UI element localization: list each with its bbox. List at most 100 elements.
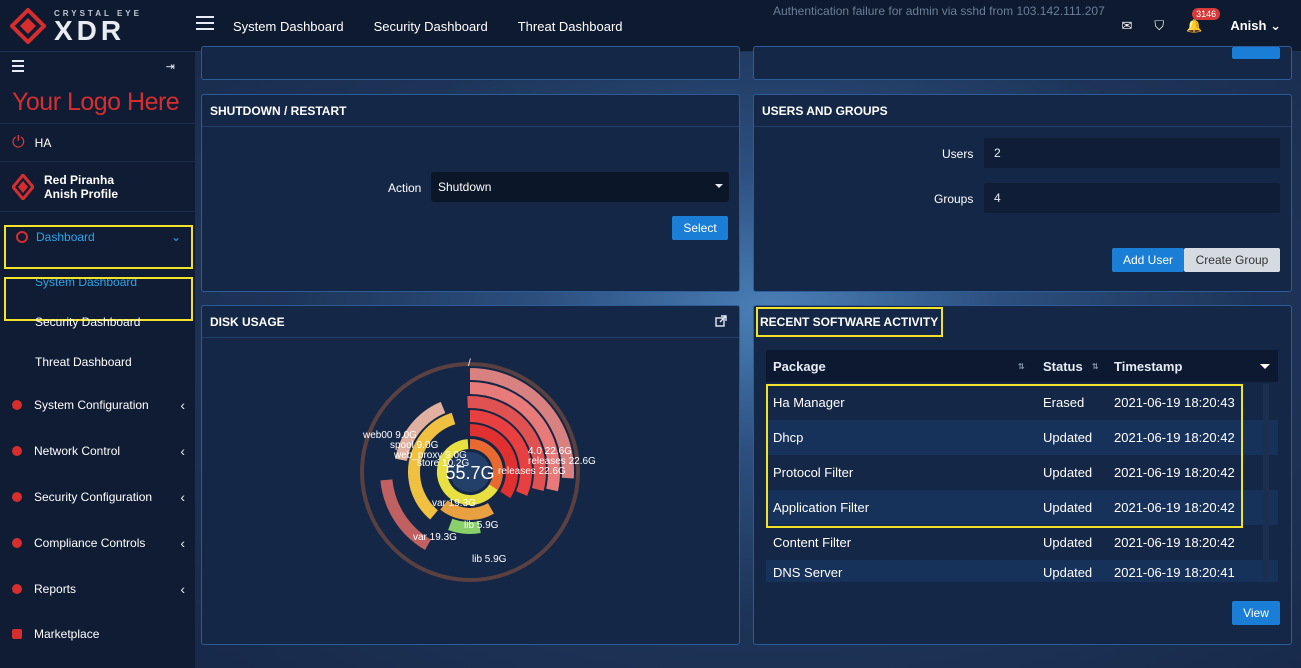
user-menu[interactable]: Anish ⌄ — [1230, 18, 1281, 34]
disk-root-label: / — [468, 358, 471, 369]
users-value-field: 2 — [984, 138, 1280, 168]
create-group-button[interactable]: Create Group — [1184, 248, 1280, 272]
disk-label: lib 5.9G — [464, 520, 499, 531]
panel-title: USERS AND GROUPS — [754, 95, 1291, 127]
disk-label: store 10.2G — [417, 458, 469, 469]
panel-title: RECENT SOFTWARE ACTIVITY — [754, 306, 1291, 338]
sidebar-item-reports[interactable]: Reports ‹ — [0, 566, 195, 612]
cell-timestamp: 2021-06-19 18:20:42 — [1114, 535, 1235, 550]
bell-icon[interactable]: 🔔 3146 — [1186, 8, 1221, 34]
add-user-button[interactable]: Add User — [1112, 248, 1184, 272]
select-button[interactable]: Select — [672, 216, 728, 240]
panel-top-right-partial — [753, 46, 1292, 80]
panel-title: DISK USAGE — [202, 306, 739, 338]
sidebar-item-security-dashboard[interactable]: Security Dashboard — [0, 302, 195, 342]
table-row[interactable]: Content Filter Updated 2021-06-19 18:20:… — [766, 525, 1278, 560]
chevron-down-icon: ⌄ — [1270, 18, 1281, 33]
profile-name: Red Piranha — [44, 172, 115, 187]
reports-icon — [12, 584, 22, 594]
cell-status: Updated — [1043, 535, 1093, 550]
topnav-security-dashboard[interactable]: Security Dashboard — [374, 19, 488, 34]
groups-label: Groups — [934, 192, 974, 206]
section-label: Security Configuration — [34, 490, 153, 504]
sidebar-item-marketplace[interactable]: Marketplace — [0, 612, 195, 656]
disk-label: lib 5.9G — [472, 554, 507, 565]
crystal-eye-logo-icon — [10, 8, 46, 44]
column-timestamp[interactable]: Timestamp — [1114, 359, 1182, 374]
cell-package: Content Filter — [773, 535, 852, 550]
brand-main: XDR — [54, 14, 126, 46]
action-select-value: Shutdown — [438, 180, 492, 194]
disk-label: var 19.3G — [432, 498, 476, 509]
disk-label: var 19.3G — [413, 532, 457, 543]
mail-icon[interactable]: ✉ — [1121, 18, 1132, 34]
threat-dashboard-label: Threat Dashboard — [35, 355, 132, 369]
sidebar-item-ha[interactable]: ⏻ HA — [0, 124, 195, 162]
groups-value-field: 4 — [984, 183, 1280, 213]
compliance-icon — [12, 538, 22, 548]
cloud-icon — [12, 492, 22, 502]
marketplace-icon — [12, 629, 22, 639]
sidebar-item-network-control[interactable]: Network Control ‹ — [0, 428, 195, 474]
action-label: Action — [388, 181, 422, 195]
cell-status: Updated — [1043, 565, 1093, 580]
security-dashboard-label: Security Dashboard — [35, 315, 141, 329]
top-bar: CRYSTAL EYE XDR System Dashboard Securit… — [0, 0, 1301, 52]
panel-title: SHUTDOWN / RESTART — [202, 95, 739, 127]
rows-highlight — [766, 384, 1243, 528]
action-select[interactable]: Shutdown — [431, 172, 729, 202]
chevron-left-icon: ‹ — [180, 397, 185, 413]
table-row[interactable]: DNS Server Updated 2021-06-19 18:20:41 — [766, 560, 1278, 582]
cell-package: DNS Server — [773, 565, 843, 580]
house-icon — [12, 400, 22, 410]
column-package[interactable]: Package — [773, 359, 826, 374]
partial-view-button[interactable] — [1232, 47, 1280, 59]
sidebar-item-security-configuration[interactable]: Security Configuration ‹ — [0, 474, 195, 520]
column-status[interactable]: Status — [1043, 359, 1083, 374]
chevron-left-icon: ‹ — [180, 489, 185, 505]
chevron-left-icon: ‹ — [180, 581, 185, 597]
software-activity-panel: RECENT SOFTWARE ACTIVITY Package ⇅ Statu… — [753, 305, 1292, 645]
section-label: Compliance Controls — [34, 536, 146, 550]
table-header: Package ⇅ Status ⇅ Timestamp — [766, 350, 1278, 382]
sidebar-menu-icon[interactable] — [12, 60, 24, 75]
chevron-left-icon: ‹ — [180, 443, 185, 459]
sidebar-profile[interactable]: Red Piranha Anish Profile — [0, 162, 195, 212]
topnav-threat-dashboard[interactable]: Threat Dashboard — [518, 19, 623, 34]
section-label: Network Control — [34, 444, 121, 458]
sidebar-item-system-configuration[interactable]: System Configuration ‹ — [0, 382, 195, 428]
cell-timestamp: 2021-06-19 18:20:41 — [1114, 565, 1235, 580]
globe-icon — [12, 446, 22, 456]
power-icon: ⏻ — [12, 133, 25, 151]
shield-icon[interactable]: ⛉ — [1154, 18, 1164, 34]
users-groups-panel: USERS AND GROUPS Users 2 Groups 4 Add Us… — [753, 94, 1292, 292]
partial-log-text: Authentication failure for admin via ssh… — [773, 4, 1105, 18]
view-button[interactable]: View — [1232, 601, 1280, 625]
caret-down-icon[interactable] — [1260, 364, 1270, 369]
section-label: Reports — [34, 582, 77, 596]
table-scrollbar[interactable] — [1263, 384, 1269, 580]
ha-label: HA — [34, 135, 52, 150]
sidebar-item-compliance-controls[interactable]: Compliance Controls ‹ — [0, 520, 195, 566]
caret-down-icon — [715, 184, 723, 188]
topnav-system-dashboard[interactable]: System Dashboard — [233, 19, 344, 34]
sort-icon[interactable]: ⇅ — [1092, 362, 1099, 371]
users-label: Users — [942, 147, 974, 161]
disk-label: releases 22.6G — [498, 466, 566, 477]
panel-top-left-partial — [201, 46, 740, 80]
section-label: System Configuration — [34, 398, 149, 412]
chevron-left-icon: ‹ — [180, 535, 185, 551]
hamburger-menu-icon[interactable] — [196, 16, 214, 32]
custom-logo: Your Logo Here — [0, 82, 195, 124]
top-nav: System Dashboard Security Dashboard Thre… — [233, 0, 653, 52]
shutdown-restart-panel: SHUTDOWN / RESTART Action Shutdown Selec… — [201, 94, 740, 292]
sort-icon[interactable]: ⇅ — [1018, 362, 1025, 371]
disk-sunburst-chart[interactable]: 55.7G / web00 9.0G spool 9.0G web_proxy … — [360, 356, 620, 606]
disk-usage-panel: DISK USAGE 55.7G / web00 9.0G spool 9.0G… — [201, 305, 740, 645]
sidebar-item-threat-dashboard[interactable]: Threat Dashboard — [0, 342, 195, 382]
red-piranha-logo-icon — [12, 173, 34, 200]
logout-icon[interactable]: ⇥ — [166, 60, 175, 73]
brand-logo[interactable]: CRYSTAL EYE XDR — [0, 0, 195, 52]
external-link-icon[interactable] — [715, 315, 727, 327]
top-icons: ✉ ⛉ 🔔 3146 Anish ⌄ — [1099, 0, 1281, 52]
